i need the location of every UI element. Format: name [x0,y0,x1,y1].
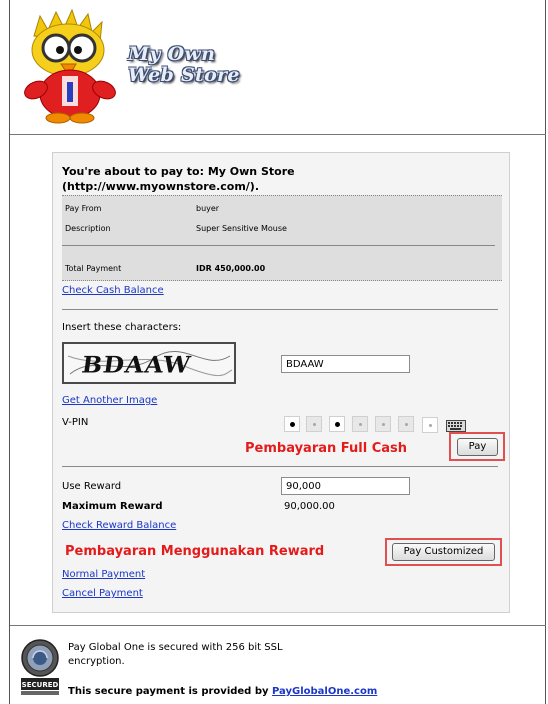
normal-payment-link[interactable]: Normal Payment [62,569,145,580]
vpin-box-6[interactable] [398,416,414,432]
vpin-box-1[interactable] [284,416,300,432]
get-another-image-link[interactable]: Get Another Image [62,395,157,406]
cancel-payment-link[interactable]: Cancel Payment [62,588,143,599]
keyboard-icon[interactable] [446,417,466,432]
pay-button[interactable]: Pay [457,438,498,456]
total-payment-value: IDR 450,000.00 [196,264,266,273]
captcha-instruction: Insert these characters: [62,322,182,333]
vpin-box-2[interactable] [306,416,322,432]
header-divider [10,134,546,135]
captcha-characters: BDAAW [80,350,194,379]
secured-badge-text: SECURED [22,681,59,689]
pay-from-label: Pay From [65,204,102,213]
captcha-input[interactable]: BDAAW [281,355,410,373]
vpin-box-3[interactable] [329,416,345,432]
pay-customized-button[interactable]: Pay Customized [392,543,495,561]
ssl-secured-badge-icon: SECURED [19,638,61,696]
payment-info-box [62,195,502,281]
store-title: My Own Web Store [128,44,240,86]
store-title-line2: Web Store [128,64,240,86]
payment-title: You're about to pay to: My Own Store (ht… [62,165,295,193]
ssl-secured-text: Pay Global One is secured with 256 bit S… [68,642,283,667]
pay-from-value: buyer [196,204,220,213]
description-label: Description [65,224,111,233]
store-logo-mascot [16,8,126,126]
full-cash-annotation: Pembayaran Full Cash [245,441,408,456]
store-title-line1: My Own [128,43,216,65]
maximum-reward-label: Maximum Reward [62,501,163,512]
check-cash-balance-link[interactable]: Check Cash Balance [62,285,164,296]
use-reward-input[interactable]: 90,000 [281,477,410,495]
info-divider [62,245,495,246]
description-value: Super Sensitive Mouse [196,224,287,233]
reward-divider [62,466,498,467]
total-payment-label: Total Payment [65,264,122,273]
vpin-box-4[interactable] [352,416,368,432]
payglobalone-link[interactable]: PayGlobalOne.com [272,686,377,697]
vpin-label: V-PIN [62,417,89,428]
section-divider [62,309,498,310]
footer-divider [10,625,546,626]
check-reward-balance-link[interactable]: Check Reward Balance [62,520,176,531]
vpin-box-5[interactable] [375,416,391,432]
reward-annotation: Pembayaran Menggunakan Reward [65,544,325,559]
captcha-image: BDAAW [62,342,236,384]
secure-payment-provider-text: This secure payment is provided by PayGl… [68,686,377,697]
maximum-reward-value: 90,000.00 [284,501,335,512]
provider-text: This secure payment is provided by [68,686,272,697]
vpin-box-7[interactable] [422,417,438,433]
use-reward-label: Use Reward [62,481,122,492]
